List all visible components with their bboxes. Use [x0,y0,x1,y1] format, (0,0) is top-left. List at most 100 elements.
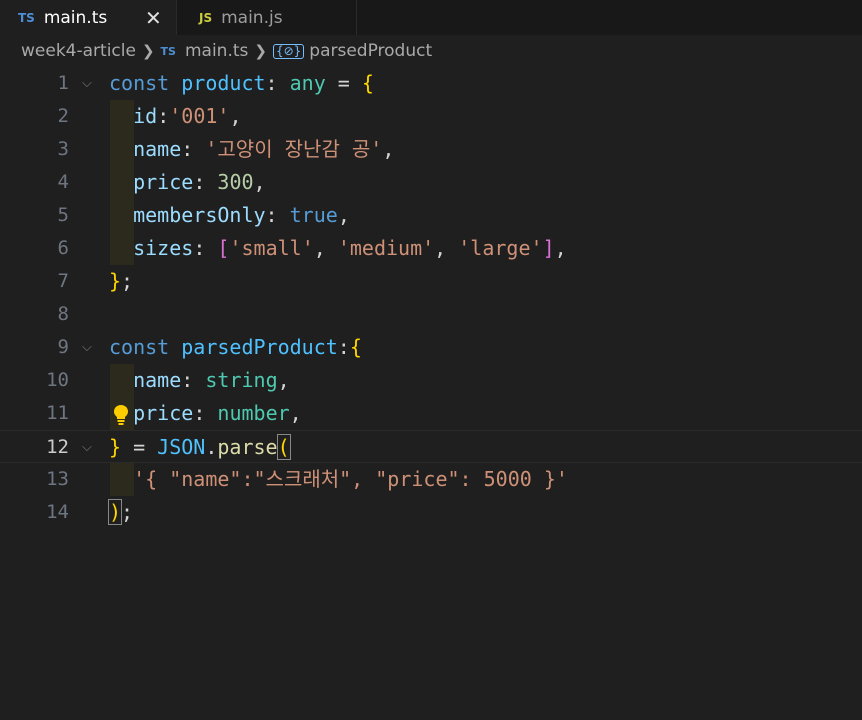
line-number: 9 [57,336,69,358]
code-token: '001' [169,104,230,128]
code-text[interactable]: membersOnly: true, [109,199,350,232]
code-text[interactable]: id:'001', [109,100,242,133]
code-token: . [205,435,218,459]
code-token: '{ "name":"스크래처", "price": 5000 }' [133,467,568,491]
code-token: parse [217,435,278,459]
code-token: parsedProduct [181,335,338,359]
code-token: 'large' [458,236,543,260]
line-number: 2 [57,105,69,127]
code-line[interactable]: 9 ⌵ const parsedProduct:{ [0,331,862,364]
code-token: sizes [133,236,194,260]
code-token: product [181,71,266,95]
code-line[interactable]: 11 price: number, [0,397,862,430]
lightbulb-icon[interactable] [112,397,130,430]
code-token: , [554,236,567,260]
code-token: : [181,368,206,392]
code-token: , [382,137,395,161]
breadcrumb: week4-article ❯ TS main.ts ❯ {⊘} parsedP… [21,39,432,63]
code-token: true [289,203,338,227]
code-line[interactable]: 14); [0,496,862,529]
code-line[interactable]: 4 price: 300, [0,166,862,199]
line-number: 1 [57,72,69,94]
code-token: ) [107,499,123,525]
code-token: name [133,137,182,161]
code-token: '고양이 장난감 공' [205,137,383,161]
line-number: 13 [46,468,69,490]
line-number: 6 [57,237,69,259]
code-line[interactable]: 12 ⌵ } = JSON.parse( [0,430,862,463]
code-line[interactable]: 10 name: string, [0,364,862,397]
code-token: , [313,236,338,260]
code-text[interactable]: ); [107,496,133,529]
code-text[interactable]: sizes: ['small', 'medium', 'large'], [109,232,567,265]
breadcrumb-file[interactable]: main.ts [185,41,248,61]
breadcrumb-symbol[interactable]: parsedProduct [309,41,432,61]
line-number: 3 [57,138,69,160]
line-number: 8 [57,303,69,325]
chevron-down-icon[interactable]: ⌵ [82,67,92,100]
code-token: } [109,269,122,293]
tab-main-ts[interactable]: TS main.ts ✕ [0,0,177,35]
code-text[interactable]: name: '고양이 장난감 공', [109,133,394,166]
code-line[interactable]: 5 membersOnly: true, [0,199,862,232]
tab-label: main.js [221,7,283,28]
code-token: , [253,170,266,194]
code-text[interactable]: }; [109,265,133,298]
typescript-file-icon: TS [160,44,176,58]
code-line[interactable]: 8 [0,298,862,331]
code-token: , [229,104,242,128]
code-token: id [133,104,158,128]
code-token: , [289,401,302,425]
code-line[interactable]: 3 name: '고양이 장난감 공', [0,133,862,166]
line-number: 7 [57,270,69,292]
code-token: ] [542,236,555,260]
javascript-file-icon: JS [199,10,213,25]
code-token: : [265,71,290,95]
code-token: ; [121,269,134,293]
chevron-down-icon[interactable]: ⌵ [82,431,92,464]
line-number: 12 [46,436,69,458]
code-token: 'medium' [337,236,435,260]
code-token: , [337,203,350,227]
code-token: : [157,104,170,128]
chevron-right-icon: ❯ [254,42,267,60]
code-line[interactable]: 13 '{ "name":"스크래처", "price": 5000 }' [0,463,862,496]
line-number: 5 [57,204,69,226]
tab-main-js[interactable]: JS main.js [177,0,357,35]
chevron-down-icon[interactable]: ⌵ [82,331,92,364]
code-text[interactable]: const parsedProduct:{ [109,331,362,364]
code-token: 300 [217,170,254,194]
code-editor[interactable]: 1 ⌵ const product: any = {2 id:'001', 3 nam… [0,67,862,720]
close-icon[interactable]: ✕ [145,0,162,35]
code-token: JSON [157,435,206,459]
breadcrumb-folder[interactable]: week4-article [21,41,136,61]
chevron-right-icon: ❯ [141,42,155,60]
code-token: : [181,137,206,161]
code-token: : [193,401,218,425]
code-line[interactable]: 2 id:'001', [0,100,862,133]
code-text[interactable]: '{ "name":"스크래처", "price": 5000 }' [109,463,568,496]
code-token: : [193,236,218,260]
code-text[interactable]: const product: any = { [109,67,374,100]
code-token: { [349,335,362,359]
code-token: number [217,401,290,425]
tab-label: main.ts [43,7,108,28]
code-token: 'small' [229,236,314,260]
code-token: price [133,170,194,194]
code-token: = [121,435,158,459]
code-line[interactable]: 7}; [0,265,862,298]
code-text[interactable]: } = JSON.parse( [109,431,291,464]
code-text[interactable]: price: 300, [109,166,266,199]
code-line[interactable]: 1 ⌵ const product: any = { [0,67,862,100]
code-token: any [289,71,326,95]
code-token: = [325,71,362,95]
typescript-file-icon: TS [18,10,35,25]
code-token: : [265,203,290,227]
code-text[interactable]: price: number, [109,397,302,430]
code-line[interactable]: 6 sizes: ['small', 'medium', 'large'], [0,232,862,265]
line-number: 10 [46,369,69,391]
editor-tab-bar: TS main.ts ✕ JS main.js [0,0,862,35]
code-text[interactable]: name: string, [109,364,290,397]
